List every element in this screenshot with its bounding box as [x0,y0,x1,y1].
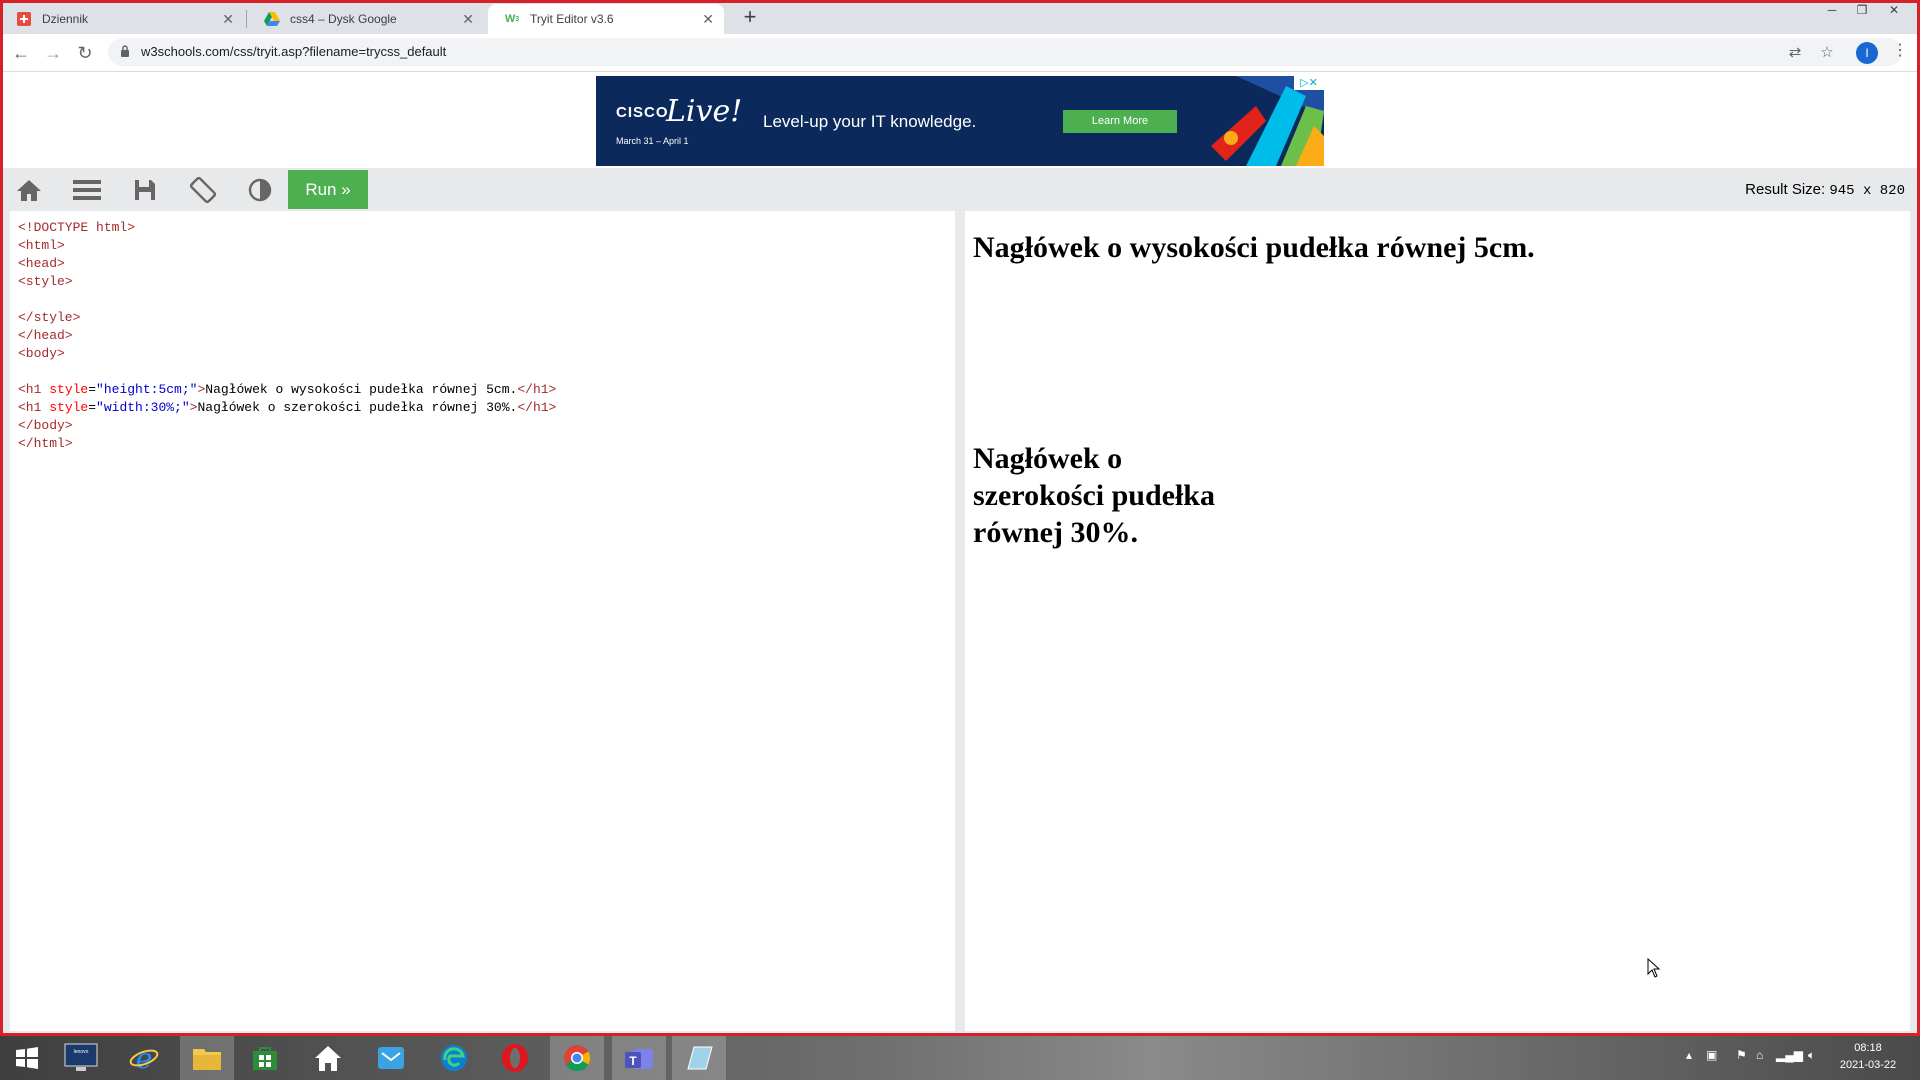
result-frame: Nagłówek o wysokości pudełka równej 5cm.… [965,211,1910,1031]
system-clock[interactable]: 08:18 2021-03-22 [1828,1040,1908,1074]
code-text-content: Nagłówek o wysokości pudełka równej 5cm. [205,382,518,397]
code-tag: </h1> [517,400,557,415]
tab-strip: Dziennik ✕ css4 – Dysk Google ✕ W3 Tryit… [0,0,1920,34]
code-attr-value: "width:30%;" [96,400,190,415]
volume-icon[interactable]: 🔈︎ [1808,1048,1815,1063]
address-bar[interactable]: w3schools.com/css/tryit.asp?filename=try… [108,38,1902,66]
restore-icon[interactable]: ❐ [1847,0,1877,20]
code-tag: <h1 [18,382,42,397]
new-tab-button[interactable]: + [738,5,762,29]
code-text-content: Nagłówek o szerokości pudełka równej 30%… [197,400,518,415]
home-icon[interactable] [301,1036,355,1080]
mail-icon[interactable] [364,1036,418,1080]
code-tag: </h1> [517,382,557,397]
w3schools-icon: W3 [504,13,520,25]
tray-security-icon[interactable]: ⚑ [1736,1048,1747,1062]
minimize-icon[interactable]: ─ [1817,0,1847,20]
code-body-close: </body> [18,418,73,433]
ad-close-icon[interactable]: ▷✕ [1294,76,1324,90]
result-size-value: 945 x 820 [1829,183,1905,199]
svg-text:T: T [629,1054,637,1068]
clock-time: 08:18 [1854,1042,1882,1054]
file-explorer-icon[interactable] [180,1036,234,1080]
url-text: w3schools.com/css/tryit.asp?filename=try… [141,44,447,59]
chrome-icon[interactable] [550,1036,604,1080]
code-style-open: <style> [18,274,73,289]
lock-icon [121,45,129,57]
back-arrow-icon[interactable]: ← [10,42,32,64]
code-editor[interactable]: <!DOCTYPE html> <html> <head> <style> </… [10,211,955,1031]
result-heading-width: Nagłówek o szerokości pudełka równej 30%… [973,442,1215,549]
tab-dziennik[interactable]: Dziennik ✕ [0,4,244,34]
tab-tryit-editor[interactable]: W3 Tryit Editor v3.6 ✕ [488,4,724,34]
svg-text:lenovo: lenovo [74,1049,89,1055]
home-icon[interactable] [5,168,53,211]
result-size: Result Size: 945 x 820 [1745,181,1905,199]
code-style-close: </style> [18,310,81,325]
code-head-open: <head> [18,256,65,271]
reload-icon[interactable]: ↻ [74,42,96,64]
result-heading-height: Nagłówek o wysokości pudełka równej 5cm. [973,231,1535,264]
opera-icon[interactable] [488,1036,542,1080]
lenovo-icon[interactable]: lenovo [54,1036,108,1080]
tab-separator [246,10,247,28]
ad-brand-script: Live! [666,94,743,129]
code-html-close: </html> [18,436,73,451]
code-text[interactable]: <!DOCTYPE html> <html> <head> <style> </… [18,219,556,453]
bookmark-star-icon[interactable]: ☆ [1816,42,1838,64]
close-tab-icon[interactable]: ✕ [222,11,234,28]
ad-dates: March 31 – April 1 [616,136,689,146]
tab-dysk-google[interactable]: css4 – Dysk Google ✕ [248,4,484,34]
browser-toolbar: ← → ↻ w3schools.com/css/tryit.asp?filena… [0,34,1920,72]
taskbar: lenovo e T ▴ ▣ ⚑ ⌂ ▂▄▆ 🔈︎ 08:18 2021-03-… [0,1036,1920,1080]
cisco-ad-banner[interactable]: CISCO Live! March 31 – April 1 Level-up … [596,76,1324,166]
editor-toolbar: Run » Result Size: 945 x 820 [0,168,1920,211]
menu-icon[interactable] [63,168,111,211]
close-window-icon[interactable]: ✕ [1879,0,1909,20]
clock-date: 2021-03-22 [1839,1059,1897,1071]
store-icon[interactable] [238,1036,292,1080]
notes-icon[interactable] [672,1036,726,1080]
forward-arrow-icon[interactable]: → [42,42,64,64]
tray-signal-icon[interactable]: ▂▄▆ [1776,1048,1803,1062]
editor-panes: <!DOCTYPE html> <html> <head> <style> </… [0,211,1920,1036]
code-body-open: <body> [18,346,65,361]
browser-menu-icon[interactable]: ⋮ [1892,40,1908,60]
code-attr-value: "height:5cm;" [96,382,198,397]
tray-network-icon[interactable]: ⌂ [1756,1048,1763,1062]
close-tab-icon[interactable]: ✕ [462,11,474,28]
internet-explorer-icon[interactable]: e [117,1036,171,1080]
tray-expand-icon[interactable]: ▴ [1686,1048,1692,1062]
contrast-icon[interactable] [236,168,284,211]
code-head-close: </head> [18,328,73,343]
close-tab-icon[interactable]: ✕ [702,11,714,28]
google-drive-icon [264,11,280,27]
code-attribute: style [49,400,89,415]
ad-tagline: Level-up your IT knowledge. [763,112,977,131]
code-html-open: <html> [18,238,65,253]
dziennik-icon [16,11,32,27]
save-icon[interactable] [121,168,169,211]
tab-title: css4 – Dysk Google [290,12,397,26]
translate-icon[interactable]: ⇄ [1784,42,1806,64]
edge-icon[interactable] [427,1036,481,1080]
code-attribute: style [49,382,89,397]
tray-app-icon[interactable]: ▣ [1706,1048,1717,1062]
teams-icon[interactable]: T [612,1036,666,1080]
code-tag: <h1 [18,400,42,415]
profile-avatar[interactable]: I [1856,42,1878,64]
tab-title: Dziennik [42,12,89,26]
run-button[interactable]: Run » [288,170,368,209]
ad-area: CISCO Live! March 31 – April 1 Level-up … [0,72,1920,168]
mouse-cursor-icon [1647,958,1661,978]
rotate-orientation-icon[interactable] [179,168,227,211]
result-size-label: Result Size: [1745,181,1826,198]
start-icon[interactable] [0,1036,54,1080]
ad-learn-more-button[interactable]: Learn More [1063,110,1177,133]
ad-brand: CISCO [616,104,669,121]
tab-title: Tryit Editor v3.6 [530,12,614,26]
svg-text:e: e [136,1043,153,1073]
code-doctype: <!DOCTYPE html> [18,220,136,235]
